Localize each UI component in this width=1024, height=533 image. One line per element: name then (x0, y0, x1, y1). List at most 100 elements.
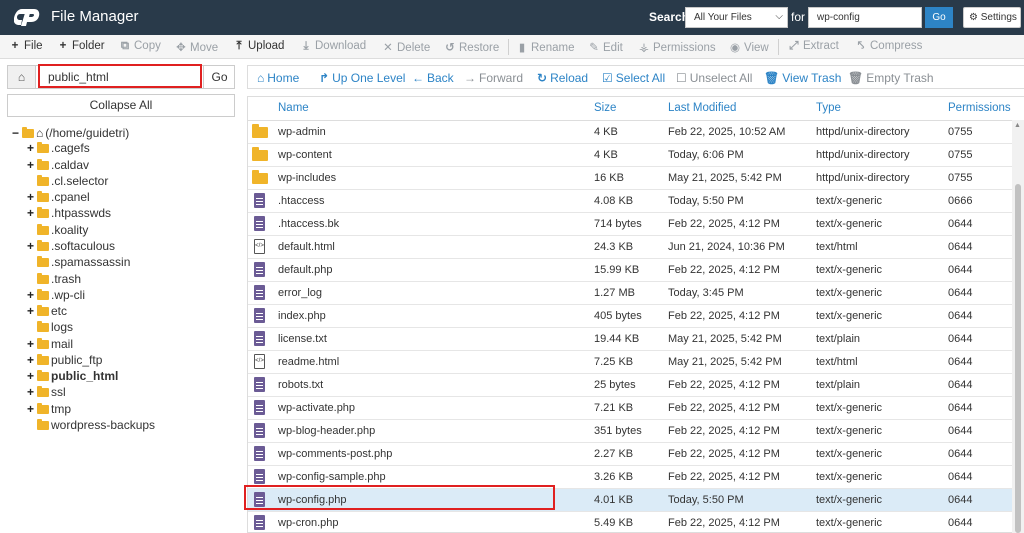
expand-icon[interactable]: + (27, 337, 36, 351)
table-row[interactable]: index.php 405 bytes Feb 22, 2025, 4:12 PM t… (248, 305, 1013, 328)
expand-icon[interactable]: + (27, 206, 36, 220)
tree-item[interactable]: + ssl (27, 384, 66, 400)
expand-icon[interactable]: + (27, 304, 36, 318)
unselect-all-button[interactable]: ☐ Unselect All (676, 71, 752, 85)
cell-name[interactable]: wp-config-sample.php (278, 471, 386, 483)
permissions-button[interactable]: ⚶ Permissions (638, 40, 716, 54)
tree-item[interactable]: + tmp (27, 401, 71, 417)
back-button[interactable]: ← Back (412, 71, 454, 85)
table-row[interactable]: wp-includes 16 KB May 21, 2025, 5:42 PM htt… (248, 167, 1013, 190)
cell-name[interactable]: wp-admin (278, 126, 326, 138)
forward-button[interactable]: → Forward (464, 71, 523, 85)
cell-name[interactable]: .htaccess (278, 195, 324, 207)
tree-item[interactable]: + mail (27, 336, 73, 352)
tree-item[interactable]: wordpress-backups (27, 417, 155, 433)
table-row[interactable]: wp-blog-header.php 351 bytes Feb 22, 2025,… (248, 420, 1013, 443)
cell-name[interactable]: index.php (278, 310, 326, 322)
new-file-button[interactable]: + File (9, 40, 43, 52)
table-row[interactable]: default.php 15.99 KB Feb 22, 2025, 4:12 PM… (248, 259, 1013, 282)
table-row[interactable]: wp-activate.php 7.21 KB Feb 22, 2025, 4:12… (248, 397, 1013, 420)
expand-icon[interactable]: + (27, 385, 36, 399)
expand-icon[interactable]: + (27, 353, 36, 367)
tree-root[interactable]: − ⌂ (/home/guidetri) (12, 125, 129, 141)
home-icon[interactable]: ⌂ (8, 66, 36, 88)
scrollbar[interactable]: ▲ (1012, 120, 1024, 533)
collapse-all-button[interactable]: Collapse All (7, 94, 235, 117)
table-row[interactable]: </> readme.html 7.25 KB May 21, 2025, 5:42 … (248, 351, 1013, 374)
expand-icon[interactable]: + (27, 239, 36, 253)
upload-button[interactable]: ⤒ Upload (233, 40, 284, 53)
table-row[interactable]: .htaccess 4.08 KB Today, 5:50 PM text/x-gen… (248, 190, 1013, 213)
cell-name[interactable]: default.php (278, 264, 332, 276)
table-row[interactable]: robots.txt 25 bytes Feb 22, 2025, 4:12 PM t… (248, 374, 1013, 397)
cell-name[interactable]: wp-activate.php (278, 402, 355, 414)
column-header-name[interactable]: Name (278, 102, 309, 114)
tree-item[interactable]: + .softaculous (27, 238, 115, 254)
table-row[interactable]: .htaccess.bk 714 bytes Feb 22, 2025, 4:12 … (248, 213, 1013, 236)
tree-item[interactable]: + .cpanel (27, 189, 90, 205)
empty-trash-button[interactable]: 🗑 Empty Trash (848, 71, 934, 85)
cell-name[interactable]: wp-cron.php (278, 517, 339, 529)
cell-name[interactable]: wp-comments-post.php (278, 448, 392, 460)
expand-icon[interactable]: + (27, 288, 36, 302)
scroll-thumb[interactable] (1015, 184, 1021, 533)
column-header-permissions[interactable]: Permissions (948, 102, 1011, 114)
delete-button[interactable]: ✕ Delete (382, 40, 430, 54)
restore-button[interactable]: ↺ Restore (444, 40, 499, 54)
cell-name[interactable]: readme.html (278, 356, 339, 368)
cell-name[interactable]: wp-includes (278, 172, 336, 184)
tree-item[interactable]: + public_html (27, 368, 118, 384)
view-trash-button[interactable]: 🗑 View Trash (764, 71, 841, 85)
table-row[interactable]: license.txt 19.44 KB May 21, 2025, 5:42 PM… (248, 328, 1013, 351)
chevron-up-icon[interactable]: ▲ (1014, 122, 1021, 129)
column-header-modified[interactable]: Last Modified (668, 102, 736, 114)
tree-item[interactable]: .trash (27, 271, 81, 287)
cell-name[interactable]: license.txt (278, 333, 327, 345)
edit-button[interactable]: ✎ Edit (588, 40, 623, 54)
expand-icon[interactable]: + (27, 402, 36, 416)
extract-button[interactable]: ⤢ Extract (788, 40, 838, 53)
tree-item[interactable]: + .htpasswds (27, 205, 111, 221)
cell-name[interactable]: wp-content (278, 149, 332, 161)
table-row[interactable]: wp-comments-post.php 2.27 KB Feb 22, 2025,… (248, 443, 1013, 466)
cpanel-logo[interactable] (14, 6, 48, 28)
home-button[interactable]: ⌂ Home (257, 71, 299, 85)
move-button[interactable]: ✥ Move (175, 40, 218, 54)
expand-icon[interactable]: + (27, 141, 36, 155)
expand-icon[interactable]: + (27, 369, 36, 383)
tree-item[interactable]: + .caldav (27, 157, 89, 173)
cell-name[interactable]: wp-blog-header.php (278, 425, 375, 437)
tree-item[interactable]: + .cagefs (27, 140, 90, 156)
settings-button[interactable]: ⚙ Settings (963, 7, 1021, 28)
table-row[interactable]: wp-admin 4 KB Feb 22, 2025, 10:52 AM httpd/… (248, 121, 1013, 144)
tree-item[interactable]: + public_ftp (27, 352, 102, 368)
rename-button[interactable]: ▮ Rename (516, 40, 575, 54)
compress-button[interactable]: ⤣ Compress (855, 40, 923, 53)
cell-name[interactable]: error_log (278, 287, 322, 299)
table-row[interactable]: </> default.html 24.3 KB Jun 21, 2024, 10:3… (248, 236, 1013, 259)
column-header-type[interactable]: Type (816, 102, 841, 114)
select-all-button[interactable]: ☑ Select All (602, 71, 665, 85)
search-scope-select[interactable]: All Your Files ⌵ (685, 7, 788, 28)
tree-item[interactable]: .koality (27, 222, 88, 238)
path-go-button[interactable]: Go (203, 65, 235, 89)
expand-icon[interactable]: + (27, 158, 36, 172)
search-input[interactable]: wp-config (808, 7, 922, 28)
tree-item[interactable]: logs (27, 319, 73, 335)
tree-item[interactable]: .spamassassin (27, 254, 130, 270)
view-button[interactable]: ◉ View (729, 40, 769, 54)
table-row[interactable]: wp-cron.php 5.49 KB Feb 22, 2025, 4:12 PM t… (248, 512, 1013, 532)
collapse-icon[interactable]: − (12, 126, 21, 140)
table-row[interactable]: wp-content 4 KB Today, 6:06 PM httpd/unix-d… (248, 144, 1013, 167)
table-row[interactable]: error_log 1.27 MB Today, 3:45 PM text/x-gen… (248, 282, 1013, 305)
search-go-button[interactable]: Go (925, 7, 953, 28)
cell-name[interactable]: default.html (278, 241, 335, 253)
expand-icon[interactable]: + (27, 190, 36, 204)
tree-item[interactable]: .cl.selector (27, 173, 108, 189)
path-input[interactable]: public_html (38, 64, 202, 88)
download-button[interactable]: ⤓ Download (300, 40, 366, 53)
up-one-level-button[interactable]: ↱ Up One Level (319, 71, 405, 85)
tree-item[interactable]: + .wp-cli (27, 287, 85, 303)
new-folder-button[interactable]: + Folder (57, 40, 105, 52)
copy-button[interactable]: ⧉ Copy (119, 40, 161, 53)
